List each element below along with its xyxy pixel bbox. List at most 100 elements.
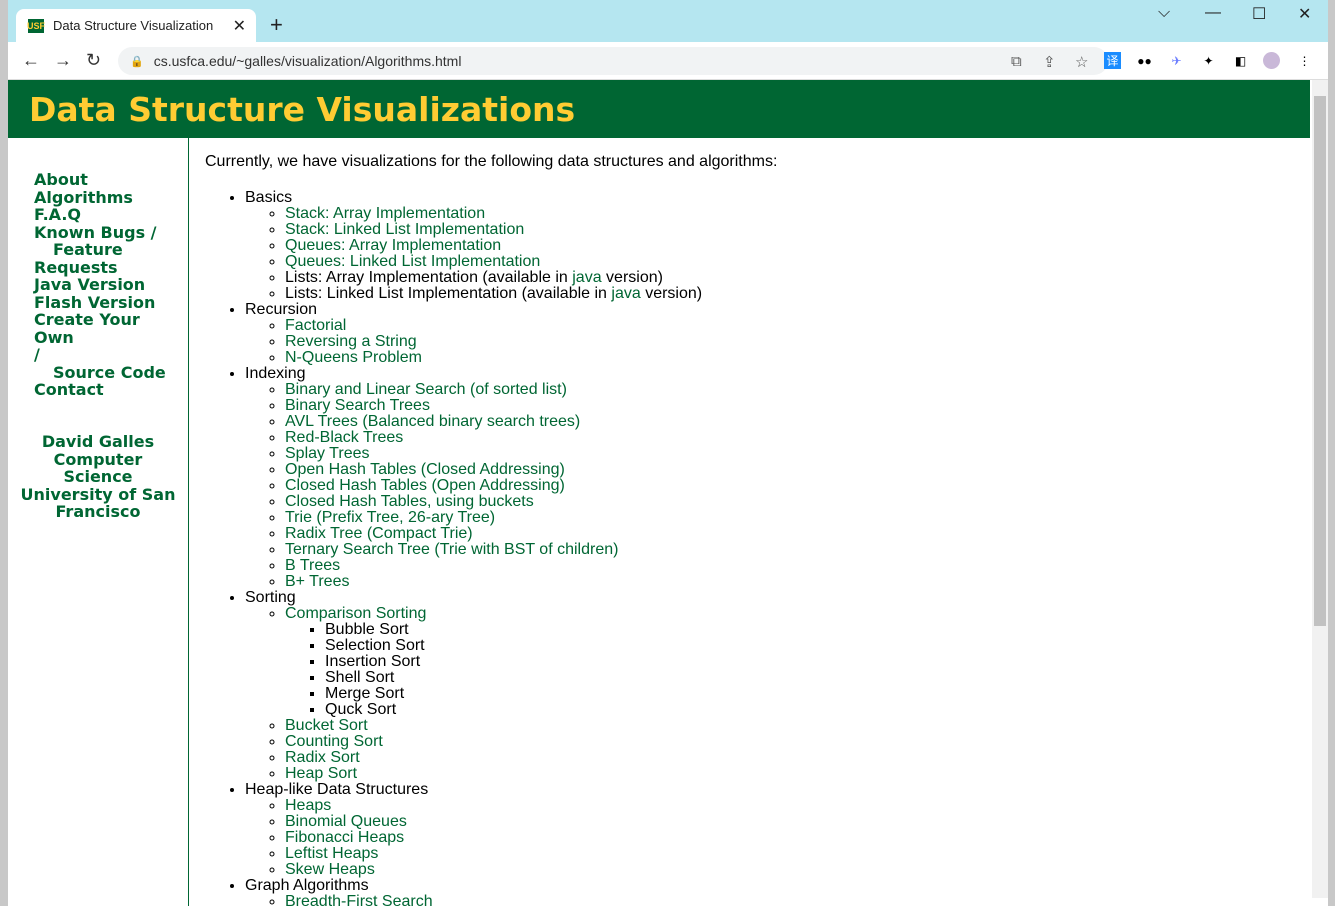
sidebar-link[interactable]: / [34,346,184,364]
translate-extension-icon[interactable]: 译 [1104,52,1121,69]
tab-title: Data Structure Visualization [53,18,214,33]
topic-link[interactable]: Radix Tree (Compact Trie) [285,525,473,542]
share-icon[interactable]: ⇪ [1043,53,1056,71]
list-item: Red-Black Trees [285,430,1305,446]
sidebar-link[interactable]: Create Your Own [34,311,184,346]
topic-link[interactable]: Fibonacci Heaps [285,829,404,846]
list-item: Queues: Linked List Implementation [285,254,1305,270]
topic-link[interactable]: Ternary Search Tree (Trie with BST of ch… [285,541,618,558]
topic-link[interactable]: Stack: Array Implementation [285,205,485,222]
topic-link[interactable]: Counting Sort [285,733,383,750]
topic-link[interactable]: Splay Trees [285,445,369,462]
sidebar-link[interactable]: About [34,171,184,189]
menu-icon[interactable]: ⋮ [1296,52,1313,69]
credit-line: David Galles [41,432,155,451]
sidebar-link[interactable]: F.A.Q [34,206,184,224]
scrollbar-thumb[interactable] [1314,96,1326,626]
url-text: cs.usfca.edu/~galles/visualization/Algor… [153,53,462,69]
main-content: Currently, we have visualizations for th… [205,152,1305,906]
page-header: Data Structure Visualizations [8,80,1310,138]
topic-link[interactable]: Closed Hash Tables (Open Addressing) [285,477,565,494]
list-item: Closed Hash Tables, using buckets [285,494,1305,510]
sidebar-link[interactable]: Contact [34,381,184,399]
topic-link[interactable]: Red-Black Trees [285,429,403,446]
back-button[interactable]: ← [22,50,40,71]
minimize-button[interactable]: — [1205,4,1221,22]
topic-text: Lists: Linked List Implementation (avail… [285,285,612,302]
topic-link[interactable]: N-Queens Problem [285,349,422,366]
list-item: Bucket Sort [285,718,1305,734]
list-item: Skew Heaps [285,862,1305,878]
section-item: Heap-like Data StructuresHeapsBinomial Q… [245,782,1305,878]
side-panel-icon[interactable]: ◧ [1232,52,1249,69]
reload-button[interactable]: ↻ [86,50,101,71]
extensions-puzzle-icon[interactable]: ✦ [1200,52,1217,69]
list-item: Radix Tree (Compact Trie) [285,526,1305,542]
list-item: B+ Trees [285,574,1305,590]
new-tab-button[interactable]: + [270,12,283,38]
topic-link[interactable]: Leftist Heaps [285,845,378,862]
bookmark-star-icon[interactable]: ☆ [1075,53,1088,71]
sidebar-link[interactable]: Java Version [34,276,184,294]
profile-avatar[interactable] [1263,52,1280,69]
sidebar-link[interactable]: Feature [34,241,184,259]
topic-link[interactable]: Heaps [285,797,331,814]
bird-extension-icon[interactable]: ✈ [1168,52,1185,69]
topic-link[interactable]: Skew Heaps [285,861,375,878]
sidebar-link[interactable]: Requests [34,258,184,277]
topic-link[interactable]: Binary and Linear Search (of sorted list… [285,381,567,398]
topic-link[interactable]: Factorial [285,317,346,334]
toolbar: ← → ↻ 🔒 cs.usfca.edu/~galles/visualizati… [8,42,1328,80]
author-credit: David Galles Computer Science University o… [18,433,178,521]
lock-icon: 🔒 [130,55,144,68]
topic-link[interactable]: Queues: Linked List Implementation [285,253,540,270]
forward-button[interactable]: → [54,50,72,71]
close-window-button[interactable]: ✕ [1298,4,1311,24]
vertical-scrollbar[interactable] [1312,80,1328,898]
topic-link[interactable]: Radix Sort [285,749,360,766]
topic-link[interactable]: java [572,269,601,286]
section-item: IndexingBinary and Linear Search (of sor… [245,366,1305,590]
sort-item: Quck Sort [325,702,1305,718]
list-item: Comparison SortingBubble SortSelection S… [285,606,1305,718]
topic-link[interactable]: Binomial Queues [285,813,407,830]
section-item: Graph AlgorithmsBreadth-First Search [245,878,1305,906]
list-item: Counting Sort [285,734,1305,750]
topic-link[interactable]: Trie (Prefix Tree, 26-ary Tree) [285,509,495,526]
topic-link[interactable]: AVL Trees (Balanced binary search trees) [285,413,580,430]
list-item: Splay Trees [285,446,1305,462]
sidebar-link[interactable]: Source Code [34,363,184,382]
sort-item: Merge Sort [325,686,1305,702]
translate-icon[interactable]: ⧉ [1011,53,1022,70]
credit-line: University of San [20,484,176,504]
topic-link[interactable]: java [611,285,640,302]
topic-link[interactable]: Heap Sort [285,765,357,782]
topic-link[interactable]: Comparison Sorting [285,605,426,622]
topic-link[interactable]: Stack: Linked List Implementation [285,221,524,238]
topic-link[interactable]: Closed Hash Tables, using buckets [285,493,534,510]
topic-link[interactable]: Binary Search Trees [285,397,430,414]
topic-link[interactable]: B+ Trees [285,573,349,590]
tab-search-icon[interactable]: ⌵ [1158,4,1170,22]
extension-icon[interactable]: ●● [1136,52,1153,69]
sidebar-link[interactable]: Flash Version [34,293,184,312]
list-item: Binary Search Trees [285,398,1305,414]
topic-link[interactable]: Breadth-First Search [285,893,433,906]
topic-link[interactable]: Open Hash Tables (Closed Addressing) [285,461,565,478]
tab-active[interactable]: USF Data Structure Visualization ✕ [16,9,256,42]
list-item: Trie (Prefix Tree, 26-ary Tree) [285,510,1305,526]
section-list: Stack: Array ImplementationStack: Linked… [245,206,1305,302]
topic-list: BasicsStack: Array ImplementationStack: … [205,190,1305,906]
maximize-button[interactable]: ☐ [1252,4,1266,24]
topic-link[interactable]: Reversing a String [285,333,417,350]
topic-link[interactable]: Bucket Sort [285,717,368,734]
topic-link[interactable]: Queues: Array Implementation [285,237,501,254]
sidebar-link[interactable]: Known Bugs / [34,223,184,242]
sidebar-link[interactable]: Algorithms [34,188,184,207]
section-list: Breadth-First Search [245,894,1305,906]
tab-close-icon[interactable]: ✕ [233,16,246,36]
address-bar[interactable]: 🔒 cs.usfca.edu/~galles/visualization/Alg… [118,47,1108,75]
list-item: Lists: Array Implementation (available i… [285,270,1305,286]
list-item: Stack: Linked List Implementation [285,222,1305,238]
topic-link[interactable]: B Trees [285,557,340,574]
